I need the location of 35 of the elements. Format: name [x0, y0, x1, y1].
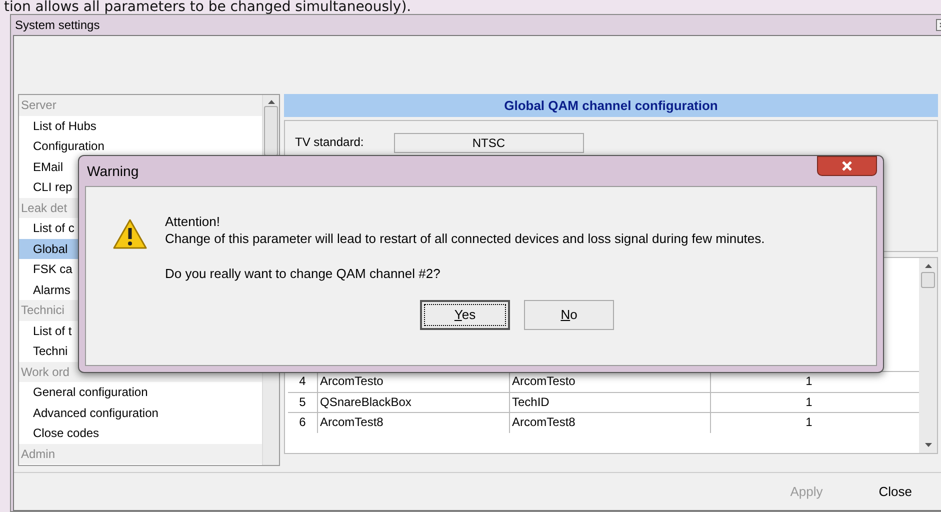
- table-cell-text: 1: [804, 373, 814, 390]
- table-cell: 5: [288, 392, 318, 412]
- warning-icon: [112, 218, 148, 250]
- dialog-button[interactable]: No: [524, 300, 614, 330]
- dialog-button[interactable]: Yes: [420, 300, 510, 330]
- table-cell: TechID: [510, 392, 711, 412]
- table-cell: 6: [288, 413, 318, 432]
- tv-standard-field[interactable]: NTSC: [394, 133, 584, 153]
- window-title: System settings: [15, 17, 100, 34]
- dialog-message: Change of this parameter will lead to restart of all connected devices and loss signal during few minutes.: [165, 230, 765, 247]
- close-icon: [841, 161, 853, 171]
- table-cell: QSnareBlackBox: [318, 392, 510, 412]
- scroll-thumb[interactable]: [264, 106, 278, 156]
- table-cell-text: 1: [804, 394, 814, 410]
- tree-item[interactable]: General configuration: [19, 382, 262, 402]
- scroll-down-icon[interactable]: [924, 443, 932, 447]
- tree-item[interactable]: Close codes: [19, 423, 262, 444]
- tree-item[interactable]: List of Hubs: [19, 116, 262, 136]
- tree-item[interactable]: Configuration: [19, 136, 262, 156]
- table-cell: ArcomTest8: [318, 413, 510, 432]
- footer-button[interactable]: Close: [870, 480, 920, 504]
- dialog-question: Do you really want to change QAM channel #2?: [165, 265, 442, 282]
- dialog-title: Warning: [87, 162, 139, 181]
- scroll-thumb[interactable]: [921, 272, 935, 288]
- scroll-up-icon[interactable]: [268, 100, 274, 104]
- tv-standard-label: TV standard:: [295, 134, 364, 151]
- panel-header: Global QAM channel configuration: [284, 94, 938, 117]
- tree-item[interactable]: Advanced configuration: [19, 402, 262, 423]
- close-button[interactable]: [817, 156, 877, 176]
- scrollbar[interactable]: [919, 258, 937, 453]
- scroll-up-icon[interactable]: [924, 264, 932, 268]
- table-cell: ArcomTest8: [510, 413, 711, 432]
- dialog-heading: Attention!: [165, 213, 221, 230]
- caption-text: tion allows all parameters to be changed simultaneously).: [3, 0, 412, 14]
- table-cell-text: 1: [804, 414, 814, 431]
